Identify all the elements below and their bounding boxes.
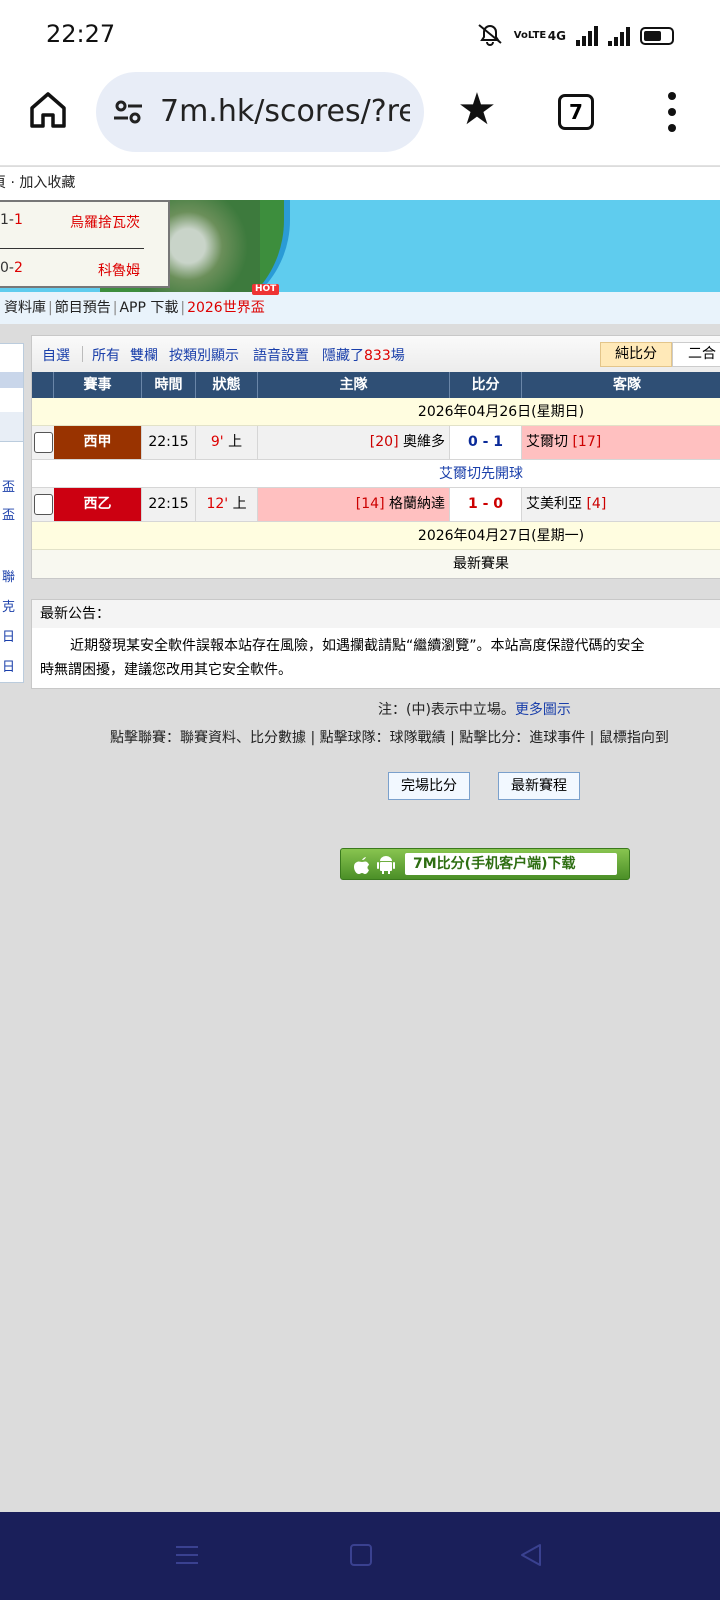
signal-icon: [576, 26, 598, 46]
col-time: 時間: [142, 372, 196, 398]
browser-toolbar: 7m.hk/scores/?re ★ 7: [0, 70, 720, 166]
scores-toolbar: 自選 所有 雙欄 按類別顯示 語音設置 隱藏了833場 純比分 二合: [32, 336, 720, 372]
home-team[interactable]: [20] 奧維多: [258, 426, 450, 459]
date-row: 2026年04月27日(星期一): [32, 522, 720, 550]
notice-title: 最新公告：: [32, 600, 720, 628]
kickoff-note: 艾爾切先開球: [32, 460, 720, 488]
date-row: 2026年04月26日(星期日): [32, 398, 720, 426]
banner-team[interactable]: 烏羅捨瓦茨: [70, 212, 140, 232]
hidden-matches[interactable]: 隱藏了833場: [322, 345, 405, 365]
url-text: 7m.hk/scores/?re: [160, 94, 410, 129]
more-icons-link[interactable]: 更多圖示: [515, 702, 571, 718]
match-row: 西乙 22:15 12' 上 [14] 格蘭納達 1 - 0 艾美利亞 [4]: [32, 488, 720, 522]
left-link[interactable]: 日: [2, 626, 15, 645]
recents-menu-icon[interactable]: [174, 1542, 200, 1568]
col-home: 主隊: [258, 372, 450, 398]
mute-icon: [476, 22, 504, 50]
match-row: 西甲 22:15 9' 上 [20] 奧維多 0 - 1 艾爾切 [17]: [32, 426, 720, 460]
volte-icon: VoLTE: [513, 30, 547, 41]
banner-team[interactable]: 科魯姆: [98, 260, 140, 280]
web-content: 頁 · 加入收藏 1-1 烏羅捨瓦茨 0-2 科魯姆 資料庫 | 節目預告 | APP …: [0, 167, 720, 1512]
add-favorite-link[interactable]: 頁 · 加入收藏: [0, 175, 75, 191]
pure-score-button[interactable]: 純比分: [600, 342, 672, 367]
overflow-menu-icon[interactable]: [666, 92, 678, 132]
away-team[interactable]: 艾美利亞 [4]: [522, 488, 720, 521]
left-link[interactable]: 盃: [2, 476, 15, 495]
two-in-one-button[interactable]: 二合: [672, 342, 720, 367]
filter-by-type[interactable]: 按類別顯示: [169, 345, 239, 365]
col-event: 賽事: [54, 372, 142, 398]
left-panel: 盃 盃 聯 克 日 日: [0, 343, 24, 683]
app-download-label: 7M比分(手机客户端)下载: [405, 853, 617, 875]
nav-world-cup[interactable]: 2026世界盃: [187, 300, 265, 316]
league-badge[interactable]: 西乙: [54, 488, 142, 521]
site-settings-icon[interactable]: [112, 98, 144, 126]
home-team[interactable]: [14] 格蘭納達: [258, 488, 450, 521]
banner: 1-1 烏羅捨瓦茨 0-2 科魯姆: [0, 200, 720, 292]
latest-results-row[interactable]: 最新賽果: [32, 550, 720, 578]
apple-icon: [353, 855, 371, 879]
table-header: 賽事 時間 狀態 主隊 比分 客隊: [32, 372, 720, 398]
league-badge[interactable]: 西甲: [54, 426, 142, 459]
help-note: 點擊聯賽：聯賽資料、比分數據 | 點擊球隊：球隊戰績 | 點擊比分：進球事件 |…: [110, 730, 669, 746]
left-link[interactable]: 盃: [2, 504, 15, 523]
home-icon: [30, 92, 66, 128]
top-nav: 頁 · 加入收藏: [0, 167, 720, 200]
neutral-note: 注：(中)表示中立場。更多圖示: [378, 702, 571, 718]
home-button[interactable]: [26, 88, 70, 132]
filter-all[interactable]: 所有: [92, 345, 120, 365]
home-square-icon[interactable]: [348, 1542, 374, 1568]
bookmark-star-icon[interactable]: ★: [454, 88, 500, 134]
left-link[interactable]: 克: [2, 596, 15, 615]
match-checkbox[interactable]: [34, 494, 53, 515]
back-triangle-icon[interactable]: [518, 1542, 544, 1568]
full-score-button[interactable]: 完場比分: [388, 772, 470, 800]
match-checkbox[interactable]: [34, 432, 53, 453]
app-download-button[interactable]: 7M比分(手机客户端)下载: [340, 848, 630, 880]
status-bar: 22:27 VoLTE 4G: [0, 0, 720, 70]
notice-text: 近期發現某安全軟件誤報本站存在風險，如遇攔截請點“繼續瀏覽”。本站高度保證代碼的…: [40, 638, 645, 678]
net-type: 4G: [547, 29, 566, 43]
match-time: 22:15: [142, 488, 196, 521]
scores-table: 自選 所有 雙欄 按類別顯示 語音設置 隱藏了833場 純比分 二合 賽事 時間…: [31, 335, 720, 579]
android-icon: [377, 855, 395, 879]
match-time: 22:15: [142, 426, 196, 459]
col-status: 狀態: [196, 372, 258, 398]
banner-scorebox[interactable]: 1-1 烏羅捨瓦茨 0-2 科魯姆: [0, 200, 170, 288]
system-nav-bar: [0, 1512, 720, 1600]
nav-app-download[interactable]: APP 下載: [119, 300, 178, 316]
filter-favorites[interactable]: 自選: [42, 345, 70, 365]
left-link[interactable]: 日: [2, 656, 15, 675]
sub-nav: 資料庫 | 節目預告 | APP 下載 | 2026世界盃 HOT: [0, 284, 720, 324]
match-score[interactable]: 1 - 0: [450, 488, 522, 521]
battery-icon: [640, 27, 674, 45]
col-score: 比分: [450, 372, 522, 398]
match-status: 9' 上: [196, 426, 258, 459]
col-away: 客隊: [613, 377, 641, 393]
status-icons: VoLTE 4G: [476, 22, 674, 50]
match-score[interactable]: 0 - 1: [450, 426, 522, 459]
signal-icon-2: [608, 26, 630, 46]
hot-badge: HOT: [252, 284, 280, 295]
address-bar[interactable]: 7m.hk/scores/?re: [96, 72, 424, 152]
tab-switcher-button[interactable]: 7: [558, 94, 594, 130]
filter-dual-column[interactable]: 雙欄: [130, 345, 158, 365]
away-team[interactable]: 艾爾切 [17]: [522, 426, 720, 459]
match-status: 12' 上: [196, 488, 258, 521]
left-link[interactable]: 聯: [2, 566, 15, 585]
latest-fixtures-button[interactable]: 最新賽程: [498, 772, 580, 800]
status-time: 22:27: [46, 20, 116, 48]
notice-box: 最新公告： 近期發現某安全軟件誤報本站存在風險，如遇攔截請點“繼續瀏覽”。本站高…: [31, 599, 720, 689]
voice-settings[interactable]: 語音設置: [253, 345, 309, 365]
nav-database[interactable]: 資料庫: [4, 300, 46, 316]
nav-schedule[interactable]: 節目預告: [55, 300, 111, 316]
